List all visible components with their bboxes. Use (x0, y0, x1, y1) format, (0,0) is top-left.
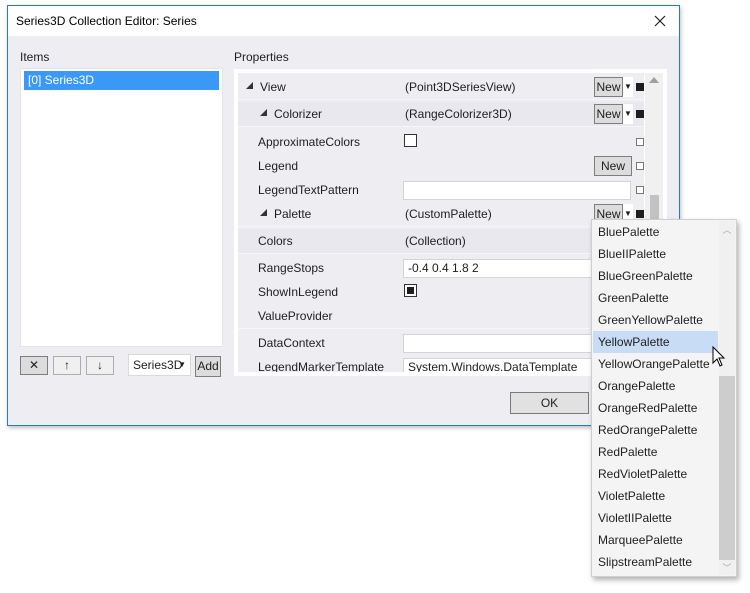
dropdown-option[interactable]: OrangePalette (593, 375, 718, 397)
list-item[interactable]: [0] Series3D (24, 71, 219, 90)
property-row-view[interactable]: View (Point3DSeriesView) New ▼ (238, 75, 644, 100)
arrow-up-icon: ↑ (64, 358, 70, 372)
dropdown-option[interactable]: MarqueePalette (593, 529, 718, 551)
dropdown-option[interactable]: RedOrangePalette (593, 419, 718, 441)
dropdown-option[interactable]: BlueGreenPalette (593, 265, 718, 287)
dropdown-option[interactable]: VioletIIPalette (593, 507, 718, 529)
property-row-colorizer[interactable]: Colorizer (RangeColorizer3D) New ▼ (238, 102, 644, 127)
property-name: Colors (258, 234, 293, 248)
items-label: Items (20, 50, 50, 64)
property-name: DataContext (258, 336, 325, 350)
property-name: ShowInLegend (258, 285, 339, 299)
property-row-datacontext[interactable]: DataContext (238, 331, 644, 355)
property-marker-icon[interactable] (636, 110, 644, 118)
series-type-combo[interactable]: Series3D ▼ (128, 354, 191, 376)
dropdown-option[interactable]: BluePalette (593, 221, 718, 243)
ok-button[interactable]: OK (510, 392, 589, 414)
property-name: ValueProvider (258, 309, 333, 323)
arrow-down-icon: ↓ (97, 358, 103, 372)
collection-editor-dialog: Series3D Collection Editor: Series Items… (7, 5, 680, 426)
dropdown-option[interactable]: GreenPalette (593, 287, 718, 309)
dropdown-option[interactable]: OrangeRedPalette (593, 397, 718, 419)
property-value: (Point3DSeriesView) (405, 80, 516, 94)
property-name: LegendMarkerTemplate (258, 360, 385, 372)
property-grid-rows: View (Point3DSeriesView) New ▼ Colorizer… (238, 73, 644, 372)
property-name: RangeStops (258, 261, 325, 275)
chevron-down-icon: ▼ (178, 360, 186, 369)
property-row-showinlegend[interactable]: ShowInLegend (238, 280, 644, 304)
property-name: ApproximateColors (258, 135, 361, 149)
remove-item-button[interactable]: ✕ (20, 356, 48, 375)
dropdown-option[interactable]: BlueIIPalette (593, 243, 718, 265)
title-bar: Series3D Collection Editor: Series (8, 6, 679, 36)
expand-icon[interactable] (246, 82, 253, 89)
property-name: Palette (274, 207, 312, 221)
dropdown-option[interactable]: RedPalette (593, 441, 718, 463)
dropdown-option[interactable]: YellowPalette (593, 331, 718, 353)
property-value: (Collection) (405, 234, 466, 248)
chevron-up-icon[interactable]: ︿ (722, 225, 732, 235)
property-marker-icon[interactable] (636, 186, 644, 194)
move-up-button[interactable]: ↑ (53, 356, 81, 375)
approximate-colors-checkbox[interactable] (404, 134, 417, 147)
close-button[interactable] (649, 10, 671, 32)
show-in-legend-checkbox[interactable] (404, 284, 417, 297)
dropdown-scrollbar[interactable]: ︿ ﹀ (719, 221, 735, 575)
palette-dropdown-list[interactable]: BluePalette BlueIIPalette BlueGreenPalette… (591, 219, 737, 577)
dropdown-option[interactable]: RedVioletPalette (593, 463, 718, 485)
property-value: (RangeColorizer3D) (405, 107, 512, 121)
property-name: View (260, 80, 286, 94)
dropdown-scrollbar-thumb[interactable] (719, 376, 735, 560)
property-name: LegendTextPattern (258, 183, 359, 197)
property-marker-icon[interactable] (636, 162, 644, 170)
property-name: Legend (258, 159, 299, 173)
new-colorizer-button[interactable]: New (594, 104, 623, 124)
property-row-legendmarkertemplate[interactable]: LegendMarkerTemplate System.Windows.Data… (238, 355, 644, 372)
property-row-colors[interactable]: Colors (Collection) (238, 229, 644, 254)
properties-label: Properties (234, 50, 289, 64)
dropdown-option[interactable]: YellowOrangePalette (593, 353, 718, 375)
close-icon (654, 15, 666, 27)
property-row-legend[interactable]: Legend New (238, 154, 644, 178)
property-row-valueprovider[interactable]: ValueProvider (238, 304, 644, 329)
new-legend-button[interactable]: New (594, 156, 632, 176)
add-button[interactable]: Add (195, 356, 221, 377)
remove-icon: ✕ (28, 358, 40, 372)
expand-icon[interactable] (260, 209, 267, 216)
move-down-button[interactable]: ↓ (86, 356, 114, 375)
property-marker-icon[interactable] (636, 83, 644, 91)
new-colorizer-dropdown[interactable]: ▼ (623, 104, 633, 124)
new-view-dropdown[interactable]: ▼ (623, 77, 633, 97)
property-value: (CustomPalette) (405, 207, 492, 221)
dropdown-option[interactable]: VioletPalette (593, 485, 718, 507)
dropdown-option[interactable]: SlipstreamPalette (593, 551, 718, 573)
items-list[interactable]: [0] Series3D (20, 68, 223, 347)
property-row-legendtextpattern[interactable]: LegendTextPattern (238, 178, 644, 202)
mouse-cursor-icon (712, 346, 726, 367)
dialog-title: Series3D Collection Editor: Series (16, 14, 197, 28)
series-type-value: Series3D (133, 358, 183, 372)
chevron-down-icon[interactable]: ﹀ (722, 563, 732, 573)
new-view-button[interactable]: New (594, 77, 623, 97)
property-row-rangestops[interactable]: RangeStops -0.4 0.4 1.8 2 (238, 256, 644, 280)
property-marker-icon[interactable] (636, 138, 644, 146)
property-row-palette[interactable]: Palette (CustomPalette) New ▼ (238, 202, 644, 227)
legend-text-pattern-input[interactable] (403, 181, 631, 200)
property-marker-icon[interactable] (636, 210, 644, 218)
property-row-approximatecolors[interactable]: ApproximateColors (238, 130, 644, 154)
scroll-up-icon[interactable] (649, 77, 659, 83)
dropdown-option[interactable]: GreenYellowPalette (593, 309, 718, 331)
property-name: Colorizer (274, 107, 323, 121)
expand-icon[interactable] (260, 109, 267, 116)
